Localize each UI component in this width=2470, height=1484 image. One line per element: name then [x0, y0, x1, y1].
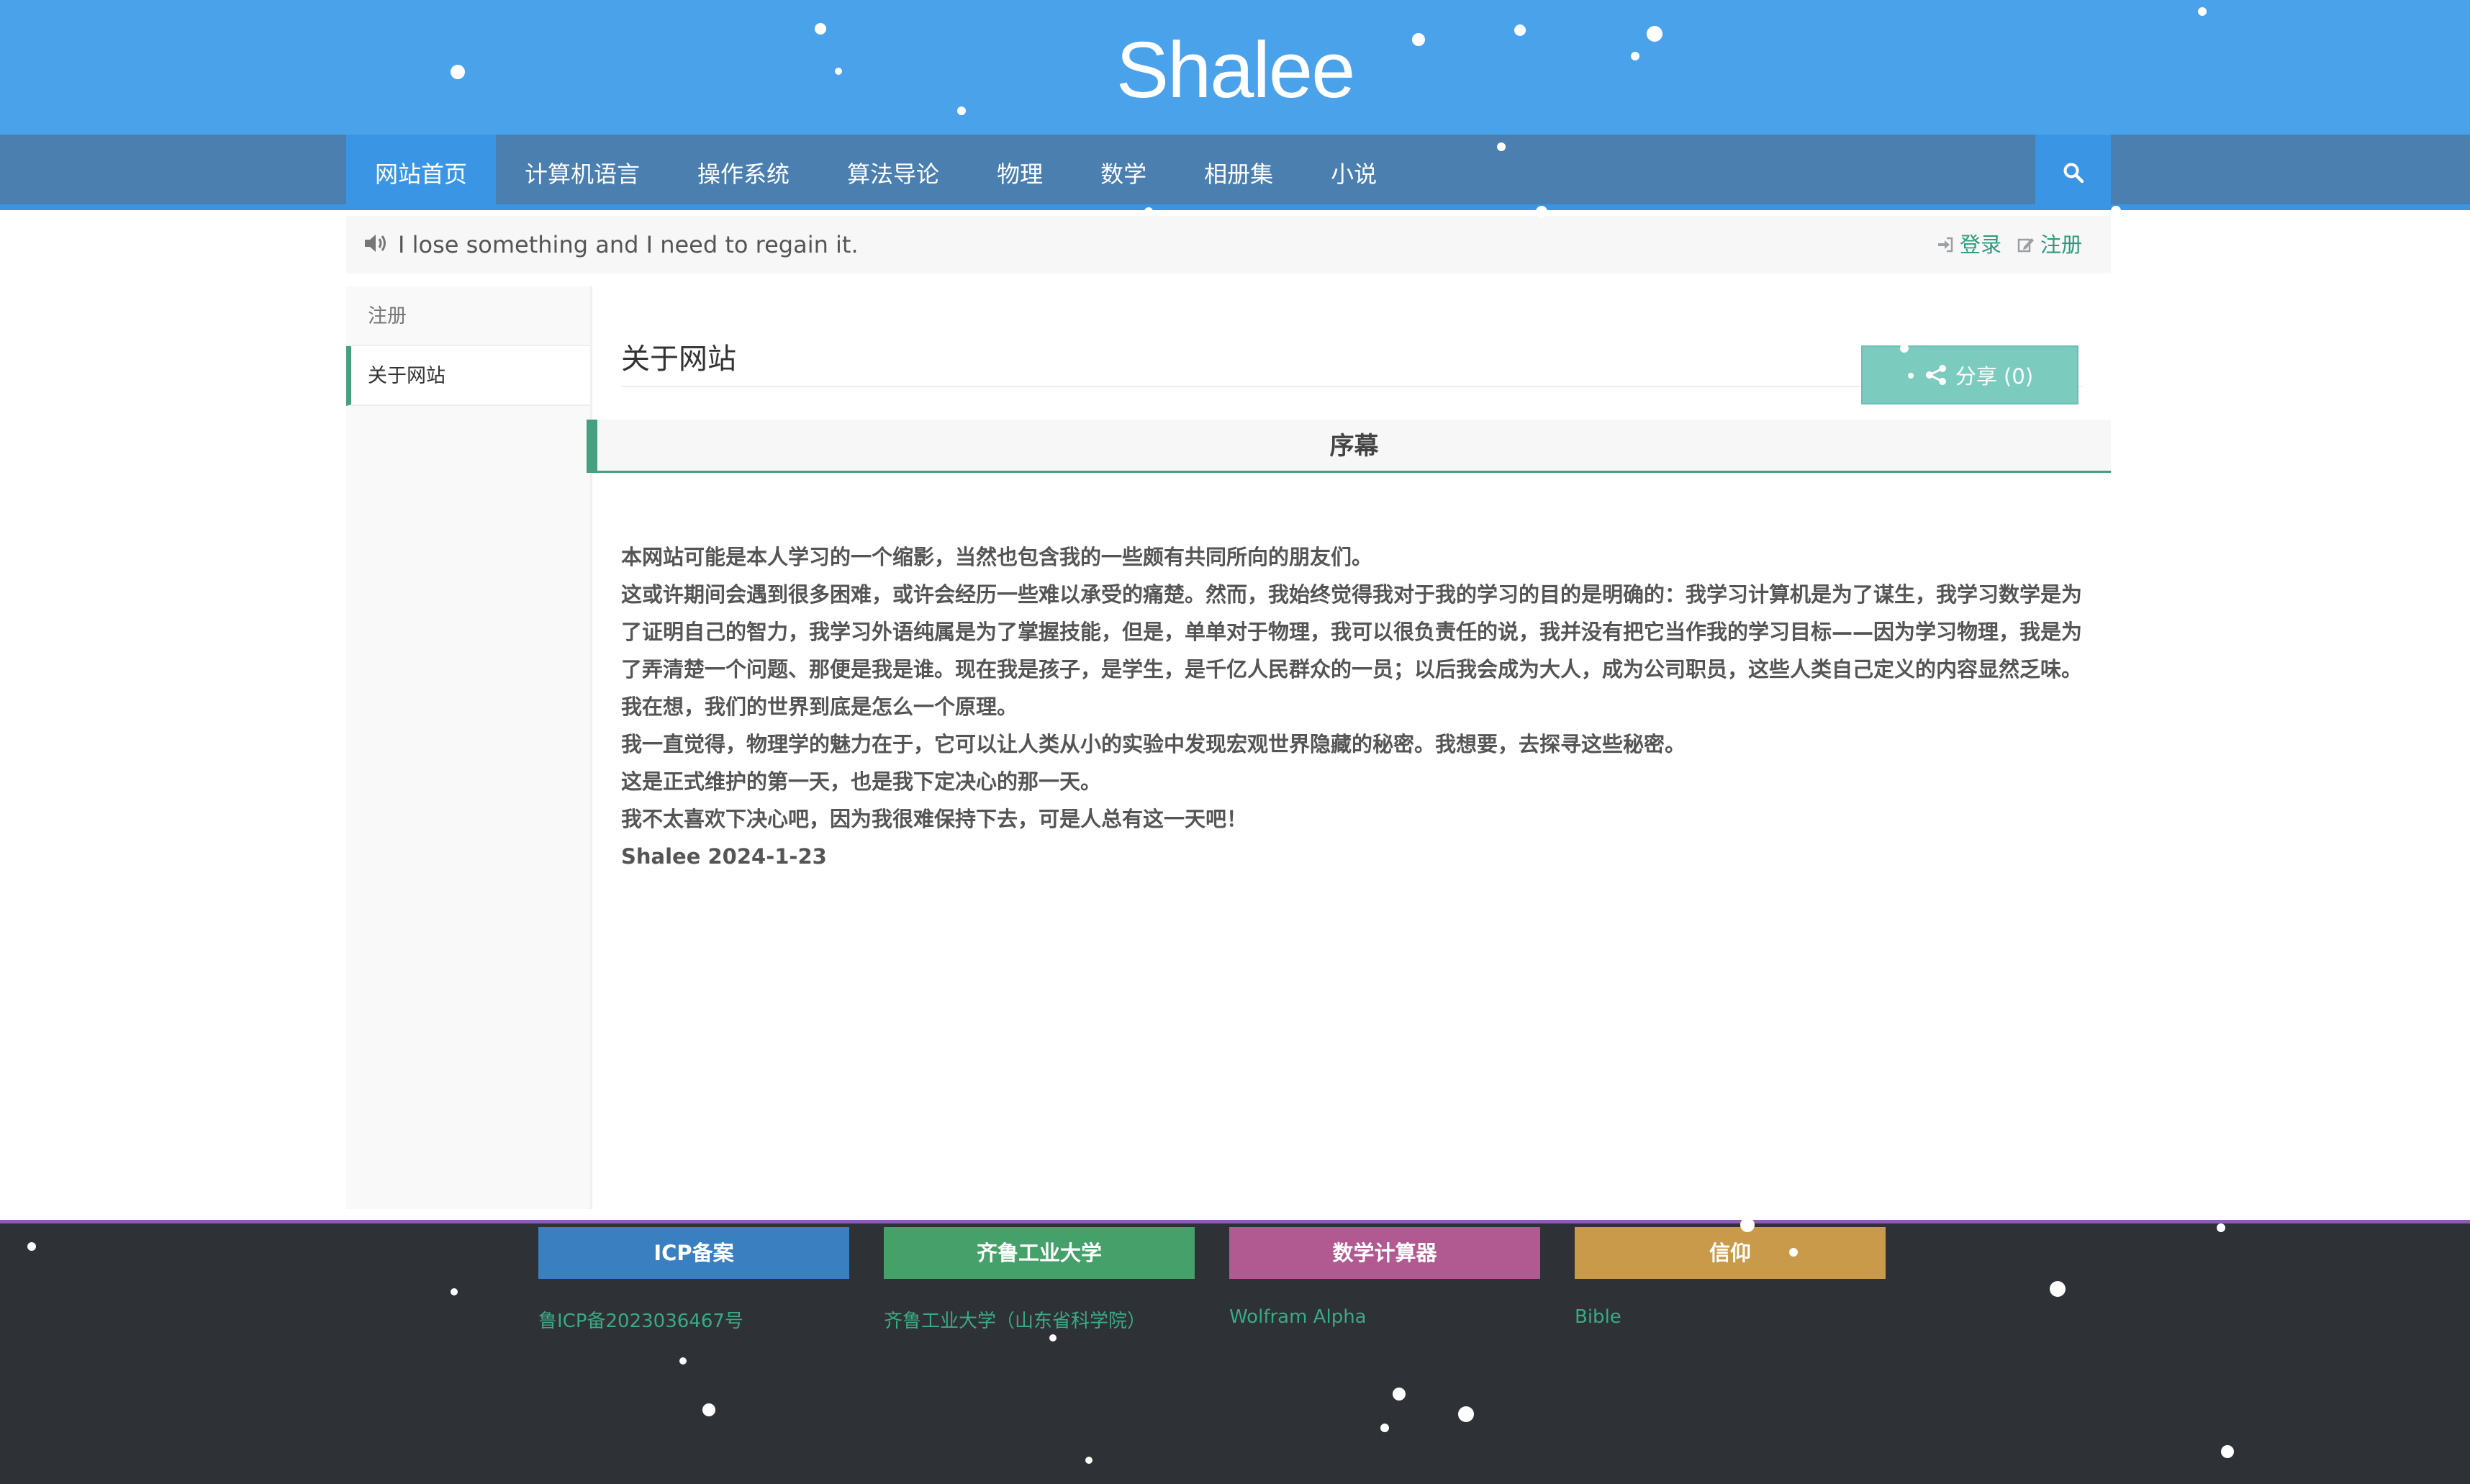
- snow-particle: [1085, 1457, 1092, 1464]
- nav-item-algorithms[interactable]: 算法导论: [818, 135, 968, 210]
- footer-link-wolfram[interactable]: Wolfram Alpha: [1229, 1306, 1540, 1328]
- edit-icon: [2017, 238, 2034, 253]
- section-heading: 序幕: [587, 420, 2111, 473]
- snow-particle: [1497, 142, 1506, 151]
- nav-menu: 网站首页 计算机语言 操作系统 算法导论 物理 数学 相册集 小说: [346, 135, 2111, 210]
- main-content: 关于网站 分享 (0) 序幕 本网站可能是本人学习的一个缩影，当然也包含我的一些…: [587, 286, 2111, 1209]
- article-paragraph: 这或许期间会遇到很多困难，或许会经历一些难以承受的痛楚。然而，我始终觉得我对于我…: [621, 582, 2083, 719]
- sidebar: 注册 关于网站: [346, 286, 592, 1209]
- snow-particle: [1631, 52, 1639, 60]
- snow-particle: [957, 107, 966, 115]
- main-navbar: 网站首页 计算机语言 操作系统 算法导论 物理 数学 相册集 小说: [0, 135, 2470, 210]
- snow-particle: [2111, 206, 2121, 216]
- article-paragraph: 我一直觉得，物理学的魅力在于，它可以让人类从小的实验中发现宏观世界隐藏的秘密。我…: [621, 732, 1686, 756]
- snow-particle: [2050, 1281, 2066, 1297]
- nav-item-operating-systems[interactable]: 操作系统: [669, 135, 818, 210]
- snow-particle: [1458, 1406, 1474, 1422]
- login-label[interactable]: 登录: [1960, 216, 2001, 273]
- volume-icon: [365, 235, 386, 252]
- snow-particle: [1514, 24, 1526, 36]
- article-paragraph: 本网站可能是本人学习的一个缩影，当然也包含我的一些颇有共同所向的朋友们。: [621, 545, 1373, 569]
- share-icon: [1907, 365, 1946, 385]
- snow-particle: [702, 1403, 715, 1416]
- snow-particle: [1144, 207, 1153, 216]
- snow-particle: [451, 1288, 458, 1295]
- snow-particle: [1049, 1334, 1057, 1342]
- snow-particle: [1789, 1248, 1798, 1257]
- snow-particle: [679, 1357, 687, 1365]
- search-button[interactable]: [2035, 135, 2111, 210]
- sidebar-item-register[interactable]: 注册: [346, 286, 590, 346]
- snow-particle: [1412, 33, 1425, 46]
- share-label[interactable]: 分享 (0): [1955, 360, 2033, 390]
- sidebar-item-about[interactable]: 关于网站: [346, 346, 590, 406]
- snow-particle: [451, 65, 465, 79]
- register-link[interactable]: 注册: [2017, 216, 2082, 273]
- footer-column-icp: ICP备案 鲁ICP备2023036467号: [538, 1227, 849, 1333]
- site-title[interactable]: Shalee: [0, 20, 2470, 121]
- nav-item-math[interactable]: 数学: [1072, 135, 1175, 210]
- notice-bar: I lose something and I need to regain it…: [346, 216, 2111, 273]
- snow-particle: [1380, 1424, 1389, 1432]
- login-link[interactable]: 登录: [1937, 216, 2001, 273]
- footer-heading-calculator: 数学计算器: [1229, 1227, 1540, 1279]
- nav-item-physics[interactable]: 物理: [968, 135, 1072, 210]
- footer-column-faith: 信仰 Bible: [1575, 1227, 1886, 1328]
- snow-particle: [2217, 1223, 2225, 1232]
- article-signature: Shalee 2024-1-23: [621, 844, 827, 869]
- header-banner: Shalee: [0, 0, 2470, 135]
- search-icon: [2063, 163, 2084, 183]
- sign-in-icon: [1937, 237, 1953, 253]
- footer-column-university: 齐鲁工业大学 齐鲁工业大学（山东省科学院）: [884, 1227, 1195, 1333]
- snow-particle: [835, 68, 842, 75]
- register-label[interactable]: 注册: [2040, 216, 2082, 273]
- snow-particle: [1740, 1218, 1755, 1232]
- article-body: 本网站可能是本人学习的一个缩影，当然也包含我的一些颇有共同所向的朋友们。 这或许…: [621, 538, 2082, 875]
- nav-item-novels[interactable]: 小说: [1302, 135, 1406, 210]
- footer-heading-university: 齐鲁工业大学: [884, 1227, 1195, 1279]
- nav-item-programming-languages[interactable]: 计算机语言: [496, 135, 669, 210]
- footer: ICP备案 鲁ICP备2023036467号 齐鲁工业大学 齐鲁工业大学（山东省…: [0, 1220, 2470, 1484]
- footer-link-university[interactable]: 齐鲁工业大学（山东省科学院）: [884, 1306, 1195, 1333]
- page-header: 关于网站 分享 (0): [621, 315, 2082, 404]
- article-paragraph: 这是正式维护的第一天，也是我下定决心的那一天。: [621, 769, 1102, 794]
- footer-link-icp[interactable]: 鲁ICP备2023036467号: [538, 1306, 849, 1333]
- snow-particle: [1900, 344, 1909, 353]
- snow-particle: [27, 1242, 36, 1251]
- footer-link-bible[interactable]: Bible: [1575, 1306, 1886, 1328]
- snow-particle: [1647, 26, 1662, 42]
- notice-text: I lose something and I need to regain it…: [398, 231, 859, 258]
- share-button[interactable]: 分享 (0): [1861, 345, 2078, 404]
- article-paragraph: 我不太喜欢下决心吧，因为我很难保持下去，可是人总有这一天吧！: [621, 807, 1248, 831]
- snow-particle: [1393, 1388, 1406, 1401]
- page-title: 关于网站: [621, 343, 736, 376]
- nav-item-home[interactable]: 网站首页: [346, 135, 497, 210]
- footer-heading-faith: 信仰: [1575, 1227, 1886, 1279]
- snow-particle: [2198, 7, 2207, 16]
- snow-particle: [815, 23, 826, 35]
- nav-item-albums[interactable]: 相册集: [1175, 135, 1302, 210]
- footer-column-calculator: 数学计算器 Wolfram Alpha: [1229, 1227, 1540, 1328]
- snow-particle: [2221, 1445, 2234, 1458]
- snow-particle: [1536, 206, 1547, 217]
- auth-links: 登录 注册: [1937, 216, 2082, 273]
- footer-heading-icp: ICP备案: [538, 1227, 849, 1279]
